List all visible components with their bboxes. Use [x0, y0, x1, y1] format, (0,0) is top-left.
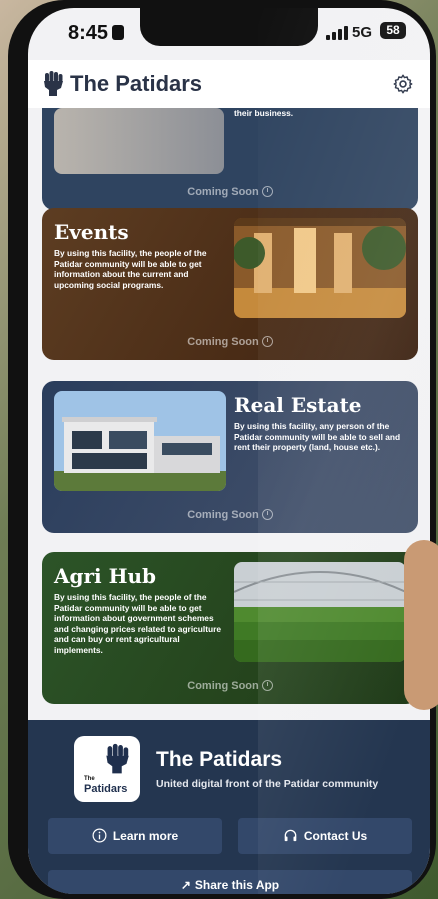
- coming-soon-label: Coming Soon: [42, 186, 418, 198]
- thumb: [404, 540, 438, 710]
- footer-title: The Patidars: [156, 748, 283, 771]
- logo-small-text: The: [84, 776, 95, 782]
- status-bar: 8:45 5G 58: [28, 8, 430, 60]
- service-card-real-estate[interactable]: Real Estate By using this facility, any …: [42, 381, 418, 533]
- coming-soon-text: Coming Soon: [187, 509, 259, 521]
- business-image: [54, 108, 224, 174]
- app-screen: 8:45 5G 58 The Patidars their business. …: [28, 8, 430, 894]
- id-badge-icon: [112, 25, 125, 40]
- service-card-agri-hub[interactable]: Agri Hub By using this facility, the peo…: [42, 552, 418, 704]
- footer: The Patidars The Patidars United digital…: [28, 720, 430, 894]
- headphones-icon: [284, 829, 297, 842]
- signal-icon: [326, 26, 348, 40]
- clock-icon: [261, 680, 273, 691]
- card-description: By using this facility, the people of th…: [54, 592, 222, 655]
- card-title: Events: [54, 220, 129, 244]
- app-header: The Patidars: [28, 60, 430, 108]
- info-icon: [92, 828, 107, 843]
- card-description: their business.: [234, 108, 294, 118]
- learn-more-label: Learn more: [112, 829, 179, 843]
- share-app-button[interactable]: ↗ Share this App: [48, 870, 412, 894]
- events-hall-image: [234, 218, 406, 318]
- phone-frame: 8:45 5G 58 The Patidars their business. …: [8, 0, 436, 899]
- card-description: By using this facility, the people of th…: [54, 248, 207, 290]
- services-list[interactable]: their business. Coming Soon Events By us…: [28, 108, 430, 724]
- app-title: The Patidars: [70, 71, 203, 96]
- footer-logo: The Patidars: [74, 736, 140, 802]
- clock-icon: [261, 186, 273, 197]
- contact-us-button[interactable]: Contact Us: [238, 818, 412, 854]
- share-icon: ↗: [180, 878, 191, 892]
- clock-icon: [261, 509, 273, 520]
- network-type: 5G: [352, 24, 373, 41]
- gear-icon[interactable]: [392, 73, 414, 95]
- coming-soon-text: Coming Soon: [187, 186, 259, 198]
- card-title: Real Estate: [234, 393, 362, 417]
- coming-soon-label: Coming Soon: [42, 336, 418, 348]
- logo-name-text: Patidars: [84, 783, 128, 795]
- footer-subtitle: United digital front of the Patidar comm…: [156, 778, 379, 790]
- share-app-label: Share this App: [194, 878, 280, 892]
- notch: [140, 8, 318, 46]
- house-image: [54, 391, 226, 491]
- card-description: By using this facility, any person of th…: [234, 421, 401, 452]
- fist-logo-icon: [106, 743, 129, 774]
- coming-soon-text: Coming Soon: [187, 336, 259, 348]
- coming-soon-label: Coming Soon: [42, 509, 418, 521]
- service-card-business[interactable]: their business. Coming Soon: [42, 108, 418, 210]
- contact-us-label: Contact Us: [303, 829, 368, 843]
- card-title: Agri Hub: [54, 564, 157, 588]
- service-card-events[interactable]: Events By using this facility, the peopl…: [42, 208, 418, 360]
- battery-icon: 58: [380, 22, 406, 39]
- learn-more-button[interactable]: Learn more: [48, 818, 222, 854]
- fist-logo-icon: [44, 71, 63, 96]
- coming-soon-text: Coming Soon: [187, 680, 259, 692]
- status-time: 8:45: [68, 22, 125, 45]
- clock-icon: [261, 336, 273, 347]
- coming-soon-label: Coming Soon: [42, 680, 418, 692]
- status-time-text: 8:45: [68, 22, 109, 44]
- greenhouse-image: [234, 562, 406, 662]
